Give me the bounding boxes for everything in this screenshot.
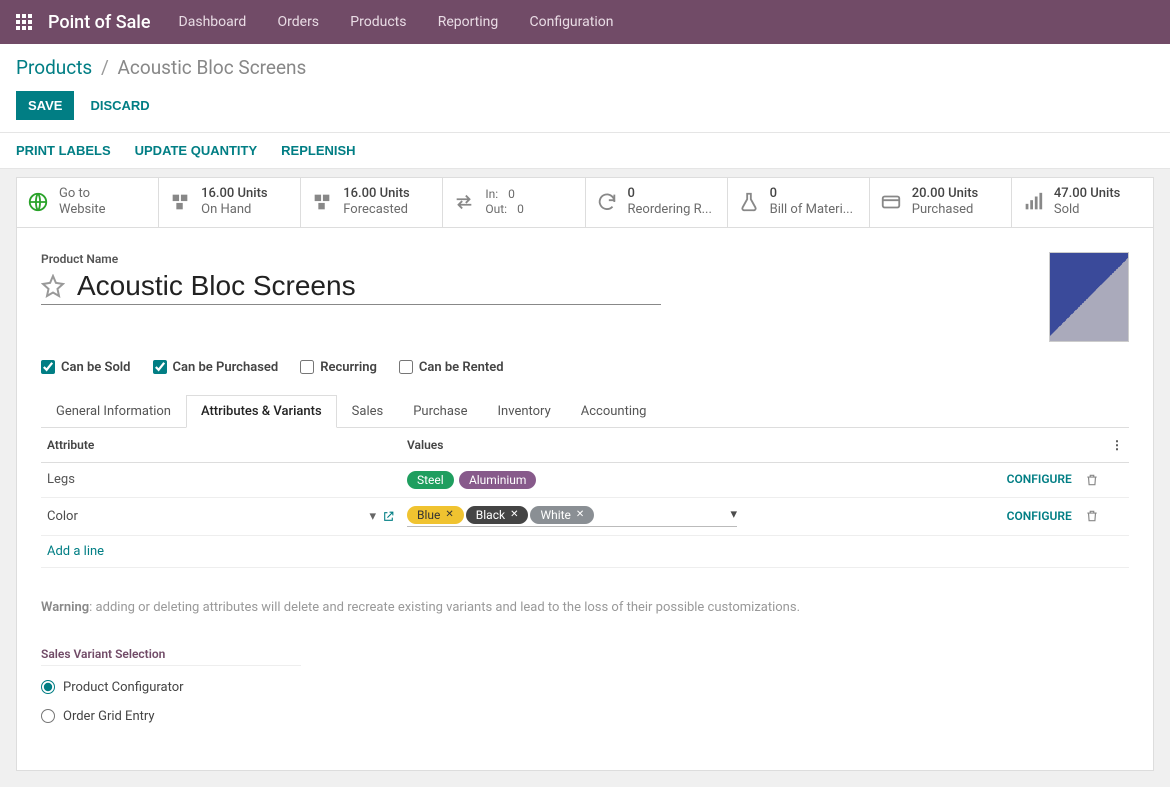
breadcrumb-row: Products / Acoustic Bloc Screens (0, 44, 1170, 87)
tab-inventory[interactable]: Inventory (483, 395, 566, 427)
globe-icon (27, 191, 49, 213)
external-link-icon[interactable] (382, 510, 395, 523)
stat-website[interactable]: Go toWebsite (17, 178, 159, 227)
tabs: General Information Attributes & Variant… (41, 395, 1129, 428)
tab-attributes[interactable]: Attributes & Variants (186, 395, 337, 428)
trash-icon[interactable] (1085, 509, 1099, 523)
attribute-row[interactable]: Color ▾ Blue✕ Black✕ White✕ ▾ CONFI (41, 497, 1129, 535)
print-labels-button[interactable]: PRINT LABELS (16, 143, 111, 158)
can-be-sold-checkbox[interactable]: Can be Sold (41, 360, 131, 375)
chevron-down-icon[interactable]: ▾ (730, 507, 737, 522)
stat-bom[interactable]: 0Bill of Materi... (728, 178, 870, 227)
stat-reorder[interactable]: 0Reordering R... (586, 178, 728, 227)
tab-accounting[interactable]: Accounting (566, 395, 662, 427)
stat-sold[interactable]: 47.00 UnitsSold (1012, 178, 1153, 227)
product-image[interactable] (1049, 252, 1129, 342)
tab-general[interactable]: General Information (41, 395, 186, 427)
breadcrumb-current: Acoustic Bloc Screens (118, 56, 307, 79)
tag-white[interactable]: White✕ (530, 506, 594, 524)
recurring-checkbox[interactable]: Recurring (300, 360, 377, 375)
save-button[interactable]: SAVE (16, 91, 74, 120)
refresh-icon (596, 191, 618, 213)
header-attribute: Attribute (41, 428, 401, 463)
stat-inout[interactable]: In:0 Out:0 (443, 178, 585, 227)
product-name-input[interactable] (77, 270, 661, 302)
bars-icon (1022, 191, 1044, 213)
attribute-row[interactable]: Legs Steel Aluminium CONFIGURE (41, 462, 1129, 497)
replenish-button[interactable]: REPLENISH (281, 143, 355, 158)
radio-product-configurator[interactable]: Product Configurator (41, 680, 1129, 695)
trash-icon[interactable] (1085, 473, 1099, 487)
values-text-input[interactable] (596, 507, 610, 522)
boxes-icon (311, 191, 333, 213)
tag-aluminium[interactable]: Aluminium (459, 471, 537, 489)
attribute-name[interactable]: Color (47, 509, 363, 524)
nav-orders[interactable]: Orders (278, 14, 320, 30)
can-be-purchased-checkbox[interactable]: Can be Purchased (153, 360, 279, 375)
tag-blue[interactable]: Blue✕ (407, 506, 464, 524)
nav-dashboard[interactable]: Dashboard (179, 14, 247, 30)
configure-link[interactable]: CONFIGURE (1007, 472, 1072, 486)
attribute-values: Steel Aluminium (401, 462, 975, 497)
boxes-icon (169, 191, 191, 213)
warning-text: Warning: adding or deleting attributes w… (41, 600, 1129, 615)
stat-bar: Go toWebsite 16.00 UnitsOn Hand 16.00 Un… (16, 177, 1154, 227)
can-be-rented-checkbox[interactable]: Can be Rented (399, 360, 504, 375)
top-nav: Dashboard Orders Products Reporting Conf… (179, 14, 642, 30)
attributes-table: Attribute Values ⋮ Legs Steel Aluminium … (41, 428, 1129, 568)
breadcrumb: Products / Acoustic Bloc Screens (16, 56, 1154, 79)
product-flags: Can be Sold Can be Purchased Recurring C… (41, 360, 1129, 375)
form-actions: SAVE DISCARD (0, 87, 1170, 132)
variant-radios: Product Configurator Order Grid Entry (41, 680, 1129, 724)
product-name-label: Product Name (41, 252, 661, 266)
attribute-name: Legs (41, 462, 401, 497)
form-sheet: Product Name Can be Sold Can be Purchase… (16, 227, 1154, 771)
update-quantity-button[interactable]: UPDATE QUANTITY (135, 143, 258, 158)
topbar: Point of Sale Dashboard Orders Products … (0, 0, 1170, 44)
stat-onhand[interactable]: 16.00 UnitsOn Hand (159, 178, 301, 227)
stat-purchased[interactable]: 20.00 UnitsPurchased (870, 178, 1012, 227)
breadcrumb-parent[interactable]: Products (16, 56, 92, 79)
nav-configuration[interactable]: Configuration (529, 14, 613, 30)
values-input[interactable]: Blue✕ Black✕ White✕ ▾ (407, 506, 737, 527)
breadcrumb-sep: / (101, 56, 109, 79)
apps-icon[interactable] (16, 14, 32, 30)
discard-button[interactable]: DISCARD (86, 91, 153, 120)
sub-actions: PRINT LABELS UPDATE QUANTITY REPLENISH (0, 132, 1170, 169)
add-line-link[interactable]: Add a line (41, 535, 1129, 567)
tag-steel[interactable]: Steel (407, 471, 454, 489)
nav-reporting[interactable]: Reporting (438, 14, 499, 30)
transfer-icon (453, 191, 475, 213)
flask-icon (738, 191, 760, 213)
remove-tag-icon[interactable]: ✕ (510, 509, 518, 520)
variant-section-label: Sales Variant Selection (41, 647, 301, 666)
tab-sales[interactable]: Sales (337, 395, 399, 427)
nav-products[interactable]: Products (350, 14, 406, 30)
tab-purchase[interactable]: Purchase (398, 395, 482, 427)
remove-tag-icon[interactable]: ✕ (445, 509, 453, 520)
card-icon (880, 191, 902, 213)
kebab-icon[interactable]: ⋮ (1105, 428, 1129, 463)
chevron-down-icon[interactable]: ▾ (369, 509, 376, 524)
remove-tag-icon[interactable]: ✕ (576, 509, 584, 520)
header-values: Values (401, 428, 975, 463)
radio-order-grid[interactable]: Order Grid Entry (41, 709, 1129, 724)
app-title: Point of Sale (48, 12, 151, 33)
configure-link[interactable]: CONFIGURE (1007, 509, 1072, 523)
tag-black[interactable]: Black✕ (466, 506, 529, 524)
stat-forecasted[interactable]: 16.00 UnitsForecasted (301, 178, 443, 227)
star-icon[interactable] (41, 274, 65, 298)
